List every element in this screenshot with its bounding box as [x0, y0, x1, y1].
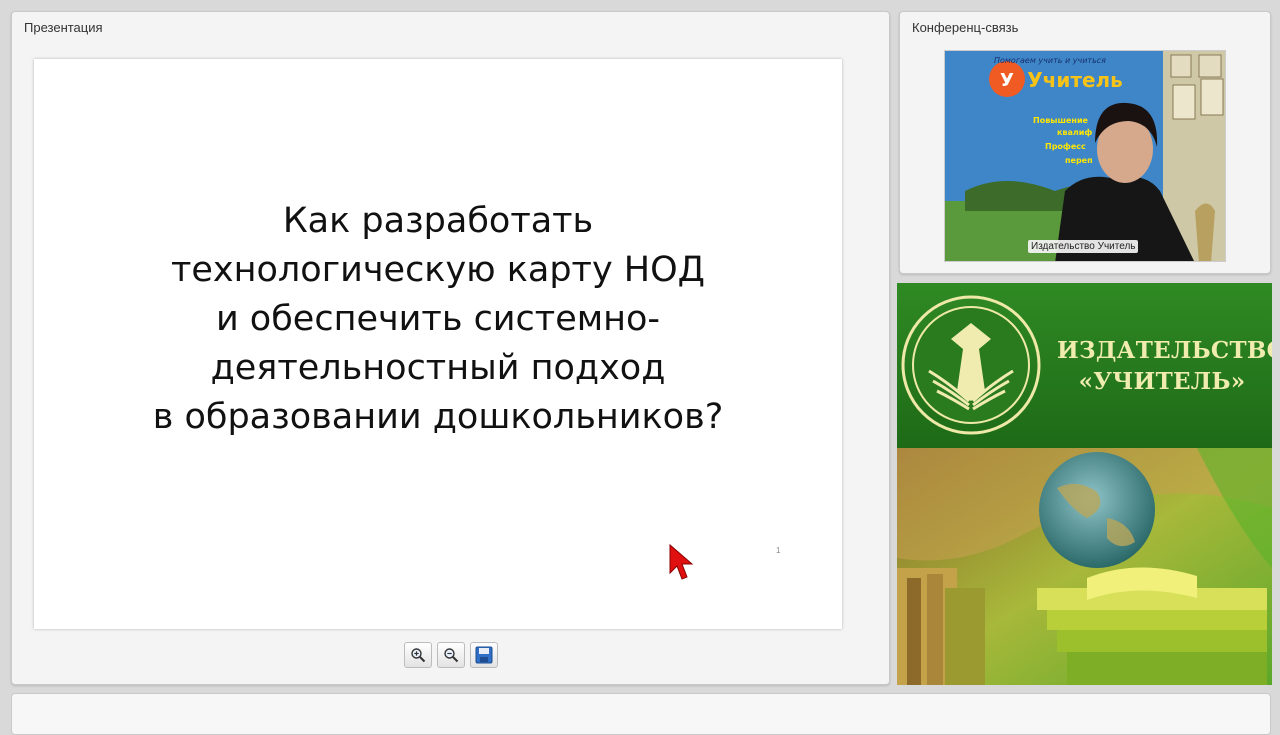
slide-line: деятельностный подход — [210, 348, 666, 388]
slide-line: в образовании дошкольников? — [152, 397, 724, 437]
poster-brand: Учитель — [1027, 68, 1123, 92]
slide-line: Как разработать — [282, 201, 594, 241]
conference-panel-title: Конференц-связь — [912, 20, 1019, 35]
poster-slogan: Помогаем учить и учиться — [994, 56, 1106, 65]
poster-line: Професс — [1045, 142, 1086, 151]
zoom-in-button[interactable] — [404, 642, 432, 668]
publisher-name-line: ИЗДАТЕЛЬСТВО — [1057, 337, 1272, 364]
banner-photo — [897, 448, 1272, 685]
presentation-panel: Презентация Как разработать технологичес… — [11, 11, 890, 685]
books-globe-image — [897, 448, 1272, 685]
presentation-panel-title: Презентация — [24, 20, 103, 35]
participant-video[interactable]: У Помогаем учить и учиться Учитель Повыш… — [944, 50, 1226, 262]
svg-text:У: У — [1000, 70, 1014, 91]
save-button[interactable] — [470, 642, 498, 668]
bottom-panel — [11, 693, 1271, 735]
publisher-name: ИЗДАТЕЛЬСТВО «УЧИТЕЛЬ» — [1057, 335, 1272, 397]
publisher-logo-icon — [901, 295, 1041, 435]
zoom-in-icon — [411, 648, 426, 663]
slide: Как разработать технологическую карту НО… — [34, 59, 842, 629]
zoom-out-icon — [444, 648, 459, 663]
publisher-name-line: «УЧИТЕЛЬ» — [1078, 368, 1246, 395]
poster-line: квалиф — [1057, 128, 1092, 137]
conference-panel: Конференц-связь У Помогаем учить и учить… — [899, 11, 1271, 274]
pointer-cursor-icon — [668, 543, 694, 588]
banner-header: ИЗДАТЕЛЬСТВО «УЧИТЕЛЬ» — [897, 283, 1272, 448]
participant-name-label: Издательство Учитель — [1028, 240, 1139, 253]
publisher-banner: ИЗДАТЕЛЬСТВО «УЧИТЕЛЬ» — [897, 283, 1272, 685]
slide-page-number: 1 — [776, 546, 781, 555]
poster-line: Повышение — [1033, 116, 1089, 125]
slide-toolbar — [404, 642, 498, 670]
save-icon — [475, 646, 493, 664]
slide-line: и обеспечить системно- — [215, 299, 661, 339]
poster-line: переп — [1065, 156, 1093, 165]
slide-line: технологическую карту НОД — [171, 250, 705, 290]
zoom-out-button[interactable] — [437, 642, 465, 668]
video-frame-image: У Помогаем учить и учиться Учитель Повыш… — [945, 51, 1225, 261]
slide-title: Как разработать технологическую карту НО… — [34, 197, 842, 442]
